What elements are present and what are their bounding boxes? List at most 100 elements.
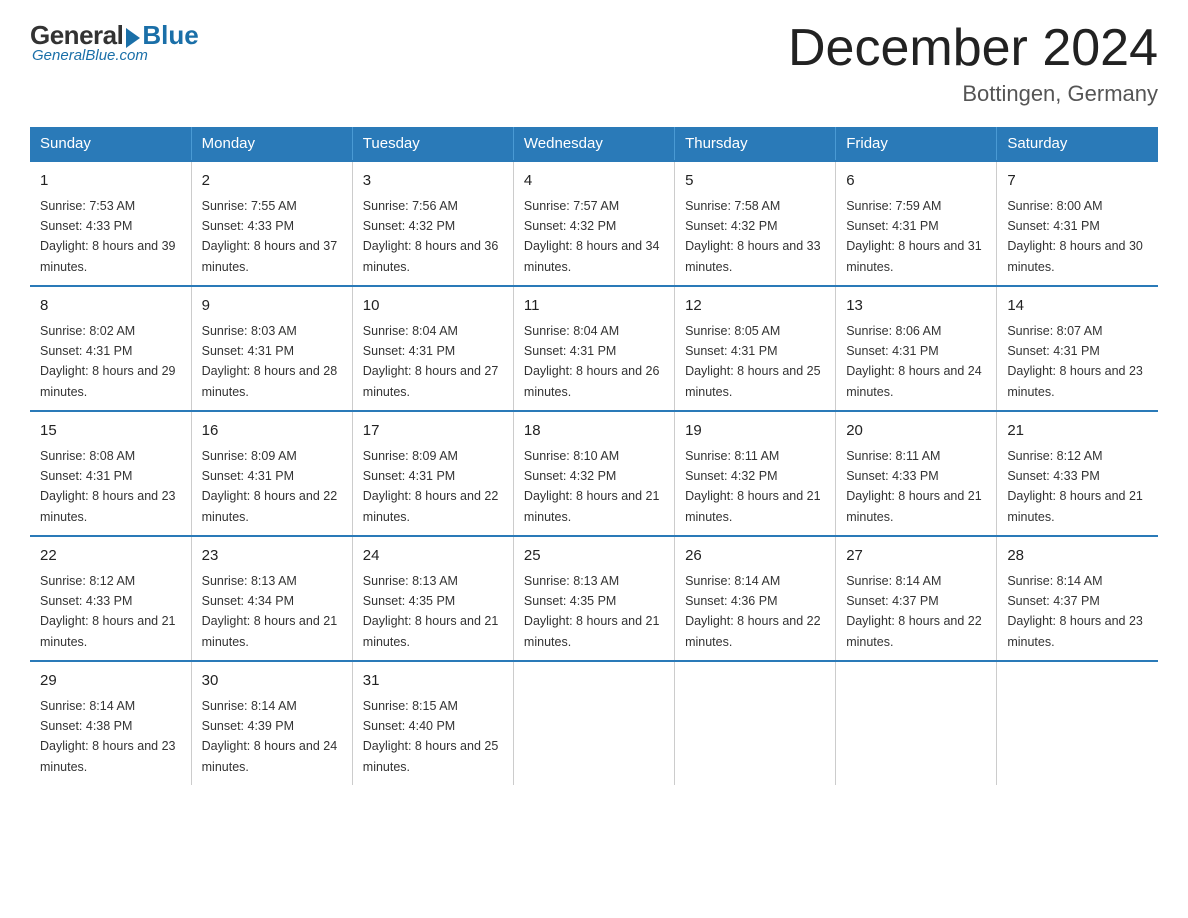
day-header-sunday: Sunday xyxy=(30,127,191,161)
day-info: Sunrise: 8:12 AMSunset: 4:33 PMDaylight:… xyxy=(40,574,176,649)
day-info: Sunrise: 8:11 AMSunset: 4:32 PMDaylight:… xyxy=(685,449,821,524)
calendar-cell: 28Sunrise: 8:14 AMSunset: 4:37 PMDayligh… xyxy=(997,536,1158,661)
calendar-cell: 8 Sunrise: 8:02 AMSunset: 4:31 PMDaylight… xyxy=(30,286,191,411)
day-info: Sunrise: 8:14 AMSunset: 4:37 PMDaylight:… xyxy=(1007,574,1143,649)
day-info: Sunrise: 8:02 AMSunset: 4:31 PMDaylight:… xyxy=(40,324,176,399)
day-number: 18 xyxy=(524,420,664,443)
day-number: 23 xyxy=(202,545,342,568)
calendar-cell: 13 Sunrise: 8:06 AMSunset: 4:31 PMDayligh… xyxy=(836,286,997,411)
page-header: General Blue GeneralBlue.com December 20… xyxy=(30,20,1158,107)
calendar-cell: 16 Sunrise: 8:09 AMSunset: 4:31 PMDayligh… xyxy=(191,411,352,536)
calendar-week-row: 1 Sunrise: 7:53 AMSunset: 4:33 PMDaylight… xyxy=(30,161,1158,286)
calendar-cell: 29Sunrise: 8:14 AMSunset: 4:38 PMDayligh… xyxy=(30,661,191,785)
calendar-cell: 14Sunrise: 8:07 AMSunset: 4:31 PMDayligh… xyxy=(997,286,1158,411)
day-header-wednesday: Wednesday xyxy=(513,127,674,161)
calendar-subtitle: Bottingen, Germany xyxy=(788,81,1158,107)
calendar-cell: 23 Sunrise: 8:13 AMSunset: 4:34 PMDayligh… xyxy=(191,536,352,661)
day-number: 9 xyxy=(202,295,342,318)
day-info: Sunrise: 8:10 AMSunset: 4:32 PMDaylight:… xyxy=(524,449,660,524)
day-info: Sunrise: 8:15 AMSunset: 4:40 PMDaylight:… xyxy=(363,699,499,774)
calendar-cell: 17 Sunrise: 8:09 AMSunset: 4:31 PMDayligh… xyxy=(352,411,513,536)
calendar-cell xyxy=(675,661,836,785)
day-number: 21 xyxy=(1007,420,1148,443)
day-info: Sunrise: 8:14 AMSunset: 4:36 PMDaylight:… xyxy=(685,574,821,649)
day-number: 25 xyxy=(524,545,664,568)
calendar-cell: 26 Sunrise: 8:14 AMSunset: 4:36 PMDayligh… xyxy=(675,536,836,661)
calendar-cell: 9 Sunrise: 8:03 AMSunset: 4:31 PMDaylight… xyxy=(191,286,352,411)
calendar-header-row: SundayMondayTuesdayWednesdayThursdayFrid… xyxy=(30,127,1158,161)
day-info: Sunrise: 7:58 AMSunset: 4:32 PMDaylight:… xyxy=(685,199,821,274)
day-info: Sunrise: 8:09 AMSunset: 4:31 PMDaylight:… xyxy=(202,449,338,524)
calendar-cell: 12 Sunrise: 8:05 AMSunset: 4:31 PMDayligh… xyxy=(675,286,836,411)
calendar-cell: 10 Sunrise: 8:04 AMSunset: 4:31 PMDayligh… xyxy=(352,286,513,411)
day-number: 15 xyxy=(40,420,181,443)
day-info: Sunrise: 8:13 AMSunset: 4:34 PMDaylight:… xyxy=(202,574,338,649)
day-info: Sunrise: 8:14 AMSunset: 4:37 PMDaylight:… xyxy=(846,574,982,649)
calendar-cell: 15 Sunrise: 8:08 AMSunset: 4:31 PMDayligh… xyxy=(30,411,191,536)
day-info: Sunrise: 8:03 AMSunset: 4:31 PMDaylight:… xyxy=(202,324,338,399)
day-number: 29 xyxy=(40,670,181,693)
day-number: 31 xyxy=(363,670,503,693)
day-number: 26 xyxy=(685,545,825,568)
calendar-cell: 2 Sunrise: 7:55 AMSunset: 4:33 PMDaylight… xyxy=(191,161,352,286)
day-info: Sunrise: 8:14 AMSunset: 4:39 PMDaylight:… xyxy=(202,699,338,774)
calendar-cell: 6 Sunrise: 7:59 AMSunset: 4:31 PMDaylight… xyxy=(836,161,997,286)
calendar-week-row: 22 Sunrise: 8:12 AMSunset: 4:33 PMDayligh… xyxy=(30,536,1158,661)
calendar-cell: 18 Sunrise: 8:10 AMSunset: 4:32 PMDayligh… xyxy=(513,411,674,536)
calendar-cell: 1 Sunrise: 7:53 AMSunset: 4:33 PMDaylight… xyxy=(30,161,191,286)
day-header-saturday: Saturday xyxy=(997,127,1158,161)
day-number: 8 xyxy=(40,295,181,318)
day-info: Sunrise: 7:55 AMSunset: 4:33 PMDaylight:… xyxy=(202,199,338,274)
day-info: Sunrise: 7:53 AMSunset: 4:33 PMDaylight:… xyxy=(40,199,176,274)
day-header-tuesday: Tuesday xyxy=(352,127,513,161)
day-info: Sunrise: 8:08 AMSunset: 4:31 PMDaylight:… xyxy=(40,449,176,524)
calendar-cell: 31 Sunrise: 8:15 AMSunset: 4:40 PMDayligh… xyxy=(352,661,513,785)
day-info: Sunrise: 8:13 AMSunset: 4:35 PMDaylight:… xyxy=(363,574,499,649)
calendar-cell: 25 Sunrise: 8:13 AMSunset: 4:35 PMDayligh… xyxy=(513,536,674,661)
day-number: 30 xyxy=(202,670,342,693)
calendar-cell: 11Sunrise: 8:04 AMSunset: 4:31 PMDayligh… xyxy=(513,286,674,411)
day-info: Sunrise: 7:56 AMSunset: 4:32 PMDaylight:… xyxy=(363,199,499,274)
calendar-week-row: 29Sunrise: 8:14 AMSunset: 4:38 PMDayligh… xyxy=(30,661,1158,785)
day-number: 16 xyxy=(202,420,342,443)
day-number: 4 xyxy=(524,170,664,193)
day-info: Sunrise: 8:05 AMSunset: 4:31 PMDaylight:… xyxy=(685,324,821,399)
day-info: Sunrise: 8:04 AMSunset: 4:31 PMDaylight:… xyxy=(363,324,499,399)
logo-arrow-icon xyxy=(126,28,140,48)
day-number: 13 xyxy=(846,295,986,318)
calendar-cell: 20 Sunrise: 8:11 AMSunset: 4:33 PMDayligh… xyxy=(836,411,997,536)
calendar-cell: 19Sunrise: 8:11 AMSunset: 4:32 PMDayligh… xyxy=(675,411,836,536)
day-number: 20 xyxy=(846,420,986,443)
day-number: 24 xyxy=(363,545,503,568)
calendar-week-row: 8 Sunrise: 8:02 AMSunset: 4:31 PMDaylight… xyxy=(30,286,1158,411)
calendar-cell: 24 Sunrise: 8:13 AMSunset: 4:35 PMDayligh… xyxy=(352,536,513,661)
calendar-cell: 30 Sunrise: 8:14 AMSunset: 4:39 PMDayligh… xyxy=(191,661,352,785)
day-info: Sunrise: 8:11 AMSunset: 4:33 PMDaylight:… xyxy=(846,449,982,524)
day-number: 11 xyxy=(524,295,664,318)
day-number: 6 xyxy=(846,170,986,193)
calendar-cell xyxy=(997,661,1158,785)
day-number: 5 xyxy=(685,170,825,193)
day-info: Sunrise: 8:00 AMSunset: 4:31 PMDaylight:… xyxy=(1007,199,1143,274)
day-number: 27 xyxy=(846,545,986,568)
logo-subtitle: GeneralBlue.com xyxy=(32,47,148,64)
day-info: Sunrise: 8:09 AMSunset: 4:31 PMDaylight:… xyxy=(363,449,499,524)
day-info: Sunrise: 7:59 AMSunset: 4:31 PMDaylight:… xyxy=(846,199,982,274)
day-number: 1 xyxy=(40,170,181,193)
day-number: 17 xyxy=(363,420,503,443)
day-header-monday: Monday xyxy=(191,127,352,161)
calendar-week-row: 15 Sunrise: 8:08 AMSunset: 4:31 PMDayligh… xyxy=(30,411,1158,536)
day-number: 10 xyxy=(363,295,503,318)
title-block: December 2024 Bottingen, Germany xyxy=(788,20,1158,107)
day-number: 12 xyxy=(685,295,825,318)
logo-blue-text: Blue xyxy=(142,20,198,51)
day-header-thursday: Thursday xyxy=(675,127,836,161)
day-number: 3 xyxy=(363,170,503,193)
calendar-cell: 5 Sunrise: 7:58 AMSunset: 4:32 PMDaylight… xyxy=(675,161,836,286)
day-info: Sunrise: 8:06 AMSunset: 4:31 PMDaylight:… xyxy=(846,324,982,399)
day-info: Sunrise: 8:13 AMSunset: 4:35 PMDaylight:… xyxy=(524,574,660,649)
day-number: 2 xyxy=(202,170,342,193)
day-number: 22 xyxy=(40,545,181,568)
logo: General Blue GeneralBlue.com xyxy=(30,20,199,64)
calendar-cell: 7Sunrise: 8:00 AMSunset: 4:31 PMDaylight… xyxy=(997,161,1158,286)
